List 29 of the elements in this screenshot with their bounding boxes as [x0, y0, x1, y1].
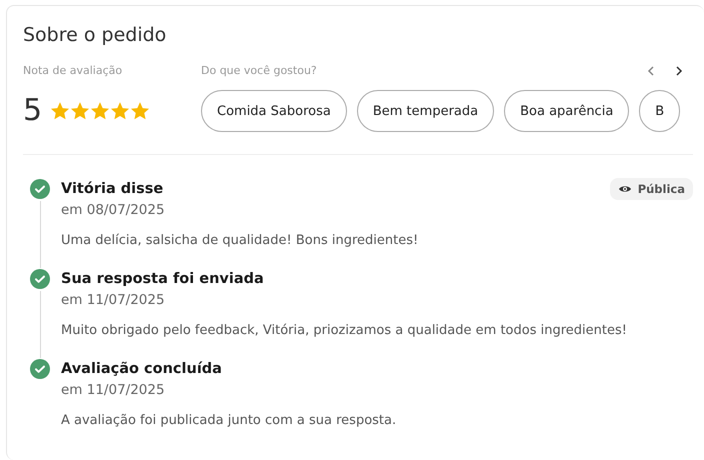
- check-icon: [30, 179, 50, 199]
- visibility-badge: Pública: [610, 178, 693, 200]
- event-date: em 11/07/2025: [61, 291, 165, 310]
- star-icon: [130, 101, 150, 121]
- star-icon: [110, 101, 130, 121]
- star-icon: [50, 101, 70, 121]
- star-icon: [70, 101, 90, 121]
- check-icon: [30, 269, 50, 289]
- event-title: Avaliação concluída: [61, 360, 222, 379]
- tag-chip[interactable]: Boa aparência: [504, 90, 630, 132]
- rating-score: 5: [23, 94, 42, 128]
- event-date: em 08/07/2025: [61, 201, 165, 220]
- eye-icon: [618, 184, 632, 194]
- event-text: A avaliação foi publicada junto com a sua resposta.: [61, 412, 396, 430]
- likes-label: Do que você gostou?: [201, 64, 317, 78]
- event-text: Muito obrigado pelo feedback, Vitória, priozizamos a qualidade em todos ingredientes!: [61, 322, 627, 340]
- star-icon: [90, 101, 110, 121]
- chevron-right-icon[interactable]: [675, 65, 683, 77]
- tag-chip[interactable]: Comida Saborosa: [201, 90, 347, 132]
- event-title: Vitória disse: [61, 180, 164, 199]
- tag-chip[interactable]: Bem temperada: [356, 90, 494, 132]
- chevron-left-icon[interactable]: [647, 65, 655, 77]
- rating-label: Nota de avaliação: [23, 64, 122, 78]
- event-date: em 11/07/2025: [61, 381, 165, 400]
- event-text: Uma delícia, salsicha de qualidade! Bons ingredientes!: [61, 232, 418, 250]
- tag-chip[interactable]: B: [639, 90, 680, 132]
- section-title: Sobre o pedido: [23, 23, 168, 48]
- event-title: Sua resposta foi enviada: [61, 270, 264, 289]
- check-icon: [30, 359, 50, 379]
